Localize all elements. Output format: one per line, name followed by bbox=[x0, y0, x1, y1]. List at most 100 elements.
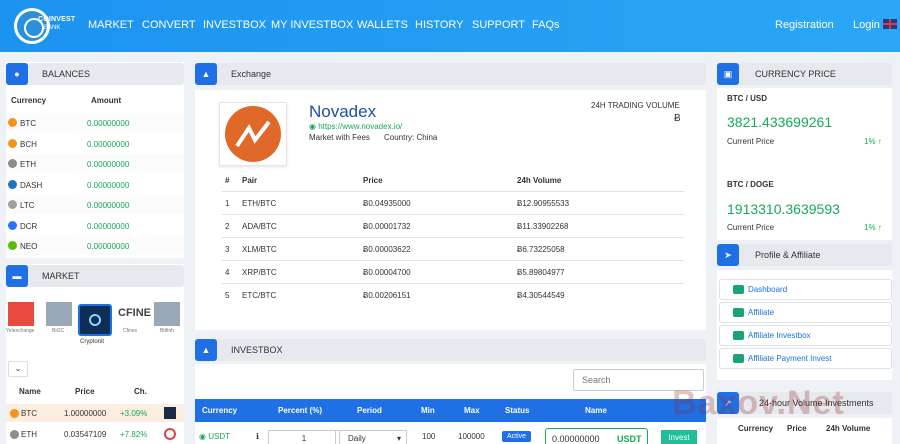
currency-icon: ▣ bbox=[717, 63, 739, 85]
exchange-row-pair: ETH/BTC bbox=[242, 199, 277, 208]
affiliate-investbox-icon bbox=[733, 331, 744, 340]
nav-history[interactable]: HISTORY bbox=[415, 19, 464, 31]
affiliate-investbox-link[interactable]: Affiliate Investbox bbox=[719, 325, 892, 346]
volume-value: Ƀ bbox=[674, 113, 681, 124]
affiliate-payment-invest-link[interactable]: Affiliate Payment Invest bbox=[719, 348, 892, 369]
volume-label: 24H TRADING VOLUME bbox=[591, 101, 680, 110]
registration-link[interactable]: Registration bbox=[775, 19, 834, 31]
exchange-name: Novadex bbox=[309, 102, 377, 121]
price-value-btc-doge: 1913310.3639593 bbox=[727, 201, 840, 217]
affiliate-payment-icon bbox=[733, 354, 744, 363]
price-change-btc-usd: 1% ↑ bbox=[864, 137, 882, 146]
invest-button[interactable]: Invest bbox=[661, 430, 697, 444]
exchange-row[interactable]: 3 XLM/BTC Ƀ0.00003622 Ƀ6.73225058 bbox=[222, 237, 684, 259]
investbox-percent-field[interactable]: 1 bbox=[268, 430, 340, 444]
exchange-url-link[interactable]: ◉ https://www.novadex.io/ bbox=[309, 122, 402, 131]
login-link[interactable]: Login bbox=[853, 19, 880, 31]
info-icon[interactable]: ℹ bbox=[256, 432, 259, 441]
cryptonit-logo[interactable] bbox=[78, 304, 112, 336]
currency-price-panel bbox=[717, 88, 892, 240]
balance-row-dash[interactable]: DASH 0.00000000 bbox=[6, 174, 184, 194]
logo-subtext: BANK bbox=[44, 25, 61, 31]
balance-amount: 0.00000000 bbox=[87, 242, 130, 251]
market-col-price: Price bbox=[75, 387, 95, 396]
market-row-btc[interactable]: BTC 1.00000000 +3.09% bbox=[6, 404, 184, 422]
affiliate-link[interactable]: Affiliate bbox=[719, 302, 892, 323]
investbox-col-status: Status bbox=[505, 406, 530, 415]
nav-support[interactable]: SUPPORT bbox=[472, 19, 525, 31]
yelexchange-label: Yelexchange bbox=[6, 328, 35, 334]
exchange-country: Country: China bbox=[384, 133, 438, 142]
exchange-row-pair: XLM/BTC bbox=[242, 245, 277, 254]
eth-icon bbox=[10, 430, 19, 439]
cryptonit-label: Cryptonit bbox=[80, 339, 105, 345]
market-col-name: Name bbox=[19, 387, 41, 396]
investbox-period-select[interactable]: Daily ▾ bbox=[335, 430, 407, 444]
market-toggle-button[interactable]: ⌄ bbox=[8, 361, 28, 377]
balances-header: ● BALANCES bbox=[6, 63, 184, 85]
novadex-zigzag-icon bbox=[235, 120, 271, 148]
investbox-col-name: Name bbox=[585, 406, 607, 415]
exchange-fees: Market with Fees bbox=[309, 133, 370, 142]
balance-currency: ETH bbox=[20, 160, 36, 169]
top-navbar: COINVEST BANK MARKET CONVERT INVESTBOX M… bbox=[0, 0, 900, 52]
profile-affiliate-title: Profile & Affiliate bbox=[755, 250, 821, 260]
balance-row-bch[interactable]: BCH 0.00000000 bbox=[6, 133, 184, 153]
chevron-down-icon: ⌄ bbox=[14, 364, 22, 373]
nav-wallets[interactable]: WALLETS bbox=[357, 19, 408, 31]
arrow-up-icon: ↑ bbox=[877, 137, 882, 146]
exchange-row[interactable]: 1 ETH/BTC Ƀ0.04935000 Ƀ12.90955533 bbox=[222, 191, 684, 213]
cfinex-logo[interactable]: CFINE bbox=[118, 307, 151, 319]
globe-icon: ◉ bbox=[309, 122, 319, 131]
market-row-price: 0.03547109 bbox=[64, 430, 107, 439]
nav-my-investbox[interactable]: MY INVESTBOX bbox=[271, 19, 353, 31]
dashboard-link[interactable]: Dashboard bbox=[719, 279, 892, 300]
investbox-col-currency: Currency bbox=[202, 406, 238, 415]
dashboard-link-label: Dashboard bbox=[748, 285, 788, 294]
market-row-change: +7.82% bbox=[120, 430, 148, 439]
bank-icon: ▲ bbox=[195, 63, 217, 85]
exchange-row[interactable]: 2 ADA/BTC Ƀ0.00001732 Ƀ11.33902268 bbox=[222, 214, 684, 236]
investbox-header: ▲ INVESTBOX bbox=[195, 339, 706, 361]
market-col-change: Ch. bbox=[134, 387, 147, 396]
yelexchange-logo[interactable] bbox=[8, 302, 34, 326]
market-row-eth[interactable]: ETH 0.03547109 +7.82% bbox=[6, 425, 184, 443]
exchange-row-price: Ƀ0.00001732 bbox=[363, 222, 411, 231]
balance-row-dcr[interactable]: DCR 0.00000000 bbox=[6, 215, 184, 235]
bitfinh-logo[interactable] bbox=[154, 302, 180, 326]
exchange-row-number: 3 bbox=[225, 245, 230, 254]
chevron-down-icon: ▾ bbox=[396, 434, 401, 443]
ltc-icon bbox=[8, 200, 17, 209]
bit2c-label: Bit2C bbox=[52, 328, 65, 334]
investbox-amount-value: 0.00000000 bbox=[552, 434, 600, 444]
volume-col-price: Price bbox=[787, 424, 807, 433]
logo[interactable]: COINVEST BANK bbox=[14, 8, 78, 44]
investbox-col-max: Max bbox=[464, 406, 480, 415]
market-row-change: +3.09% bbox=[120, 409, 148, 418]
nav-investbox[interactable]: INVESTBOX bbox=[203, 19, 266, 31]
investbox-amount-input[interactable]: 0.00000000 USDT bbox=[545, 428, 648, 444]
affiliate-payment-invest-link-label: Affiliate Payment Invest bbox=[748, 354, 832, 363]
balance-row-eth[interactable]: ETH 0.00000000 bbox=[6, 154, 184, 173]
nav-faqs[interactable]: FAQs bbox=[532, 19, 560, 31]
market-logo-icon bbox=[164, 407, 176, 419]
exchange-row[interactable]: 4 XRP/BTC Ƀ0.00004700 Ƀ5.89804977 bbox=[222, 260, 684, 282]
market-header: ▬ MARKET bbox=[6, 265, 184, 287]
affiliate-investbox-link-label: Affiliate Investbox bbox=[748, 331, 811, 340]
balance-row-neo[interactable]: NEO 0.00000000 bbox=[6, 236, 184, 255]
language-flag-icon[interactable] bbox=[883, 19, 897, 29]
balance-row-ltc[interactable]: LTC 0.00000000 bbox=[6, 195, 184, 214]
nav-market[interactable]: MARKET bbox=[88, 19, 134, 31]
novadex-logo bbox=[219, 102, 287, 166]
bit2c-logo[interactable] bbox=[46, 302, 72, 326]
investbox-currency: ◉ USDT bbox=[199, 432, 230, 441]
nav-convert[interactable]: CONVERT bbox=[142, 19, 196, 31]
exchange-row-price: Ƀ0.00003622 bbox=[363, 245, 411, 254]
balance-row-btc[interactable]: BTC 0.00000000 bbox=[6, 113, 184, 132]
exchange-url-text: https://www.novadex.io/ bbox=[318, 122, 403, 131]
market-row-price: 1.00000000 bbox=[64, 409, 107, 418]
logo-text: COINVEST bbox=[38, 16, 76, 23]
exchange-row[interactable]: 5 ETC/BTC Ƀ0.00206151 Ƀ4.30544549 bbox=[222, 283, 684, 305]
investbox-currency-text: USDT bbox=[208, 432, 230, 441]
exchange-row-price: Ƀ0.04935000 bbox=[363, 199, 411, 208]
